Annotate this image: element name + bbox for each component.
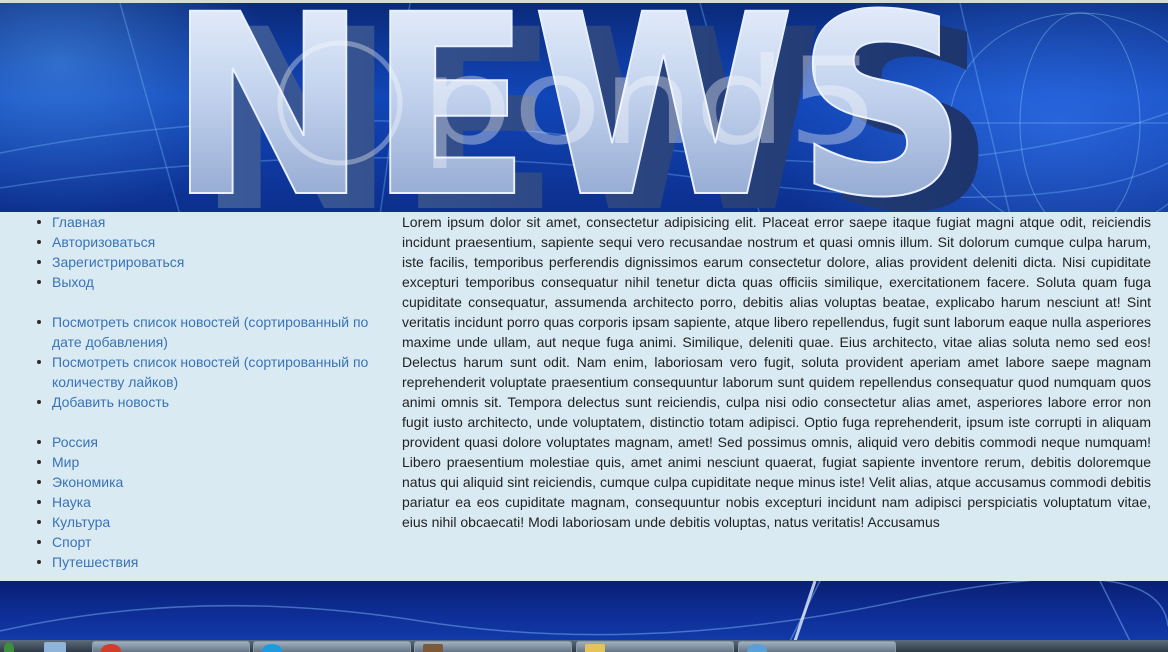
- background-grid-graphic: [0, 581, 1168, 641]
- category-link-science[interactable]: Наука: [52, 494, 91, 510]
- nav-item: Спорт: [37, 532, 385, 552]
- app-icon: [747, 644, 767, 652]
- chrome-icon: [101, 644, 121, 652]
- nav-item: Выход: [37, 272, 385, 292]
- nav-item: Посмотреть список новостей (сортированны…: [37, 352, 385, 392]
- sidebar-nav: Главная Авторизоваться Зарегистрироватьс…: [0, 212, 385, 572]
- page-background-bottom: [0, 581, 1168, 641]
- nav-link-register[interactable]: Зарегистрироваться: [52, 254, 184, 270]
- taskbar-button-skype[interactable]: [253, 641, 411, 652]
- nav-link-add-news[interactable]: Добавить новость: [52, 394, 169, 410]
- nav-item: Добавить новость: [37, 392, 385, 412]
- nav-link-news-by-likes[interactable]: Посмотреть список новостей (сортированны…: [52, 354, 368, 390]
- nav-item: Россия: [37, 432, 385, 452]
- nav-item: Путешествия: [37, 552, 385, 572]
- app-icon: [423, 644, 443, 652]
- file-icon[interactable]: [44, 642, 66, 652]
- category-link-russia[interactable]: Россия: [52, 434, 98, 450]
- nav-item: Зарегистрироваться: [37, 252, 385, 272]
- nav-link-news-by-date[interactable]: Посмотреть список новостей (сортированны…: [52, 314, 368, 350]
- nav-link-logout[interactable]: Выход: [52, 274, 94, 290]
- nav-menu-account: Главная Авторизоваться Зарегистрироватьс…: [0, 212, 385, 292]
- category-link-sport[interactable]: Спорт: [52, 534, 91, 550]
- taskbar-button-folder[interactable]: [576, 641, 734, 652]
- nav-item: Экономика: [37, 472, 385, 492]
- taskbar-button-app-2[interactable]: [738, 641, 896, 652]
- os-taskbar: [0, 640, 1168, 652]
- content-area: Главная Авторизоваться Зарегистрироватьс…: [0, 212, 1168, 581]
- start-orb-icon[interactable]: [4, 642, 14, 652]
- nav-menu-categories: Россия Мир Экономика Наука Культура Спор…: [0, 432, 385, 572]
- category-link-travel[interactable]: Путешествия: [52, 554, 138, 570]
- taskbar-button-chrome[interactable]: [92, 641, 250, 652]
- news-banner-image: NEWS NEWS pond5: [0, 3, 1168, 212]
- nav-item: Авторизоваться: [37, 232, 385, 252]
- category-link-culture[interactable]: Культура: [52, 514, 110, 530]
- category-link-economy[interactable]: Экономика: [52, 474, 123, 490]
- main-article-text: Lorem ipsum dolor sit amet, consectetur …: [402, 214, 1151, 530]
- nav-link-home[interactable]: Главная: [52, 214, 105, 230]
- nav-link-login[interactable]: Авторизоваться: [52, 234, 155, 250]
- nav-item: Главная: [37, 212, 385, 232]
- header-banner: NEWS NEWS pond5: [0, 0, 1168, 212]
- category-link-world[interactable]: Мир: [52, 454, 79, 470]
- nav-menu-news: Посмотреть список новостей (сортированны…: [0, 312, 385, 412]
- folder-icon: [585, 644, 605, 652]
- taskbar-button-app[interactable]: [414, 641, 572, 652]
- skype-icon: [262, 644, 282, 652]
- nav-item: Наука: [37, 492, 385, 512]
- nav-item: Культура: [37, 512, 385, 532]
- nav-item: Мир: [37, 452, 385, 472]
- nav-item: Посмотреть список новостей (сортированны…: [37, 312, 385, 352]
- watermark-text: pond5: [420, 33, 880, 172]
